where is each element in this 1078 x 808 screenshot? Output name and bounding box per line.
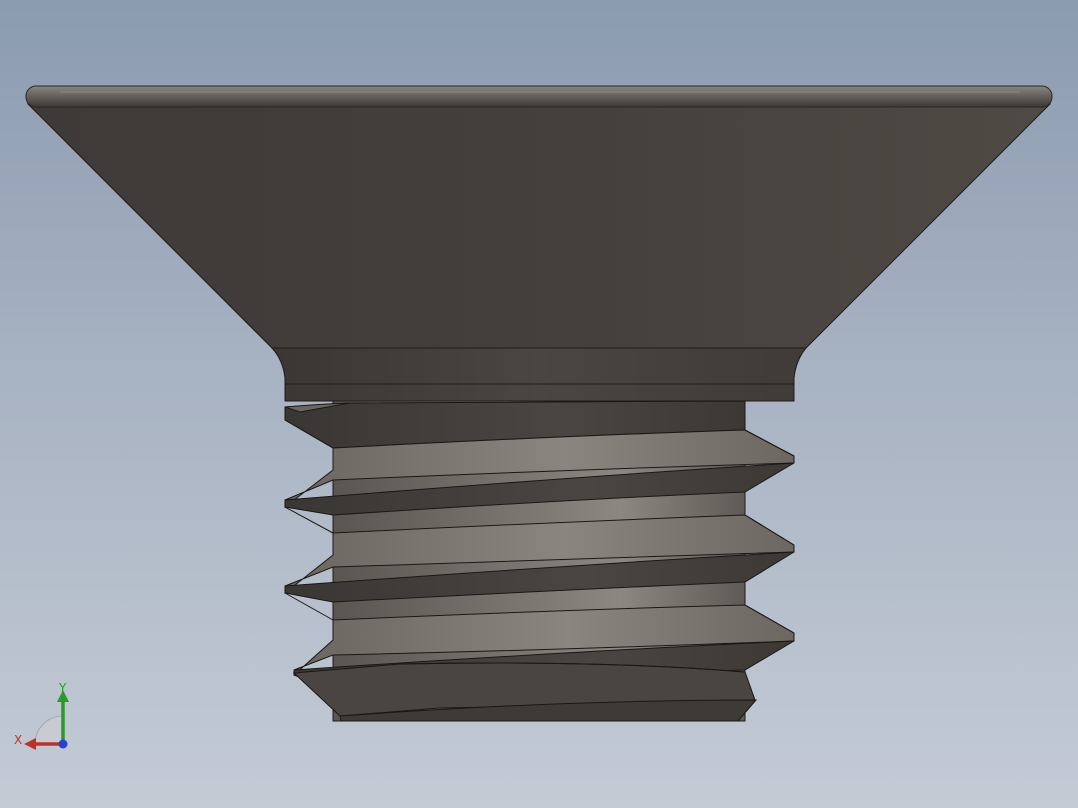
- x-axis-arrow: [24, 738, 36, 750]
- screw-head-rim: [25, 85, 1053, 108]
- countersunk-screw-model[interactable]: [0, 0, 1078, 808]
- z-axis-dot: [58, 739, 68, 749]
- triad-quadrant: [34, 715, 64, 745]
- orientation-triad: Y X: [14, 682, 69, 750]
- y-axis-label: Y: [58, 682, 67, 695]
- screw-neck: [270, 347, 808, 402]
- screw-head-cone: [26, 103, 1052, 349]
- x-axis-label: X: [14, 733, 22, 747]
- graphics-viewport[interactable]: Y X: [0, 0, 1078, 808]
